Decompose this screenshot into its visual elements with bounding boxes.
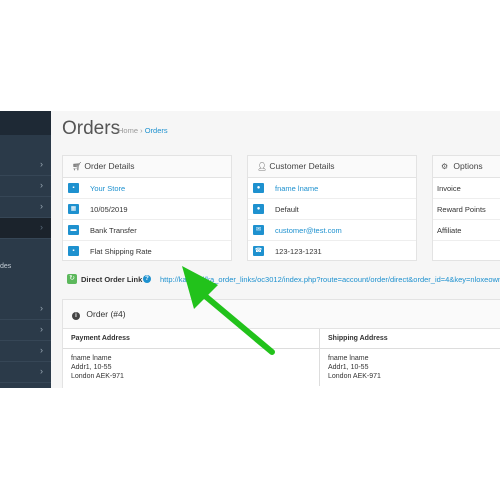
annotation-arrow: [182, 266, 275, 355]
arrow-shaft: [195, 287, 275, 355]
